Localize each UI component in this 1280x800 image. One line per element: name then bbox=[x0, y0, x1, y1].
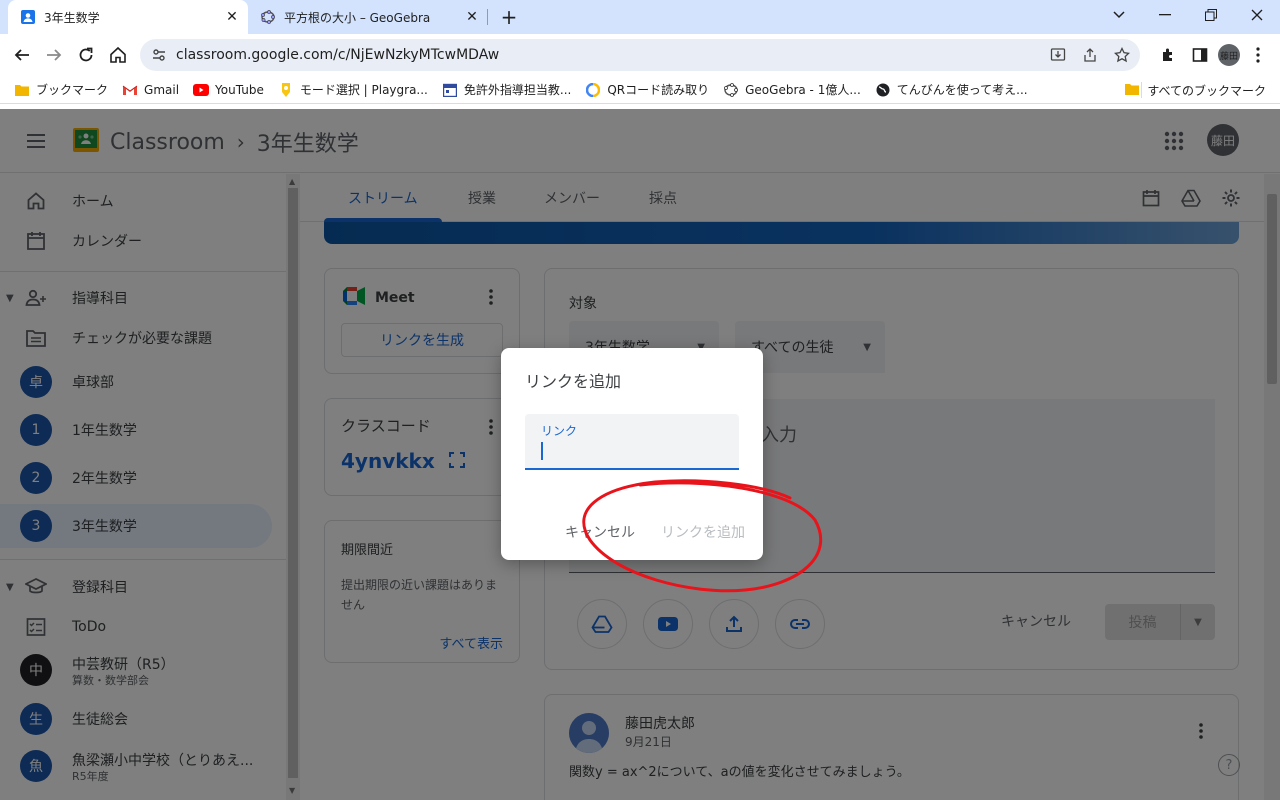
dialog-cancel-button[interactable]: キャンセル bbox=[565, 522, 635, 542]
calendar-icon bbox=[442, 82, 458, 98]
forward-icon[interactable] bbox=[40, 41, 68, 69]
bookmark-item[interactable]: モード選択 | Playgra... bbox=[278, 81, 428, 98]
playground-icon bbox=[278, 82, 294, 98]
reload-icon[interactable] bbox=[72, 41, 100, 69]
classroom-favicon-icon bbox=[20, 9, 36, 25]
browser-tab-geogebra[interactable]: 平方根の大小 – GeoGebra ✕ bbox=[248, 0, 488, 34]
back-icon[interactable] bbox=[8, 41, 36, 69]
folder-icon bbox=[14, 82, 30, 98]
side-panel-icon[interactable] bbox=[1186, 41, 1214, 69]
bookmark-label: YouTube bbox=[215, 82, 264, 97]
bookmark-label: Gmail bbox=[144, 82, 180, 97]
dialog-title: リンクを追加 bbox=[525, 372, 622, 391]
youtube-icon bbox=[193, 82, 210, 98]
bookmark-star-icon[interactable] bbox=[1110, 43, 1134, 67]
add-link-dialog: リンクを追加 リンク キャンセル リンクを追加 bbox=[501, 348, 763, 560]
bookmark-item[interactable]: QRコード読み取り bbox=[585, 81, 709, 98]
geogebra-favicon-icon bbox=[260, 9, 276, 25]
bookmarks-bar: ブックマーク Gmail YouTube モード選択 | Playgra... … bbox=[0, 76, 1280, 104]
browser-toolbar: classroom.google.com/c/NjEwNzkyMTcwMDAw … bbox=[0, 34, 1280, 76]
bookmark-item[interactable]: 免許外指導担当教... bbox=[442, 81, 571, 98]
bookmark-label: ブックマーク bbox=[36, 83, 109, 97]
tab-title: 平方根の大小 – GeoGebra bbox=[284, 10, 431, 25]
bookmark-item[interactable]: ブックマーク bbox=[14, 81, 108, 98]
bookmark-label: QRコード読み取り bbox=[607, 83, 710, 97]
minimize-icon[interactable] bbox=[1142, 0, 1188, 30]
menu-kebab-icon[interactable] bbox=[1244, 41, 1272, 69]
geogebra-icon bbox=[723, 82, 739, 98]
share-icon[interactable] bbox=[1078, 43, 1102, 67]
bookmark-item[interactable]: てんびんを使って考え... bbox=[875, 81, 1028, 98]
link-field[interactable]: リンク bbox=[525, 414, 739, 470]
bookmark-item[interactable]: Gmail bbox=[122, 82, 179, 98]
folder-icon bbox=[1125, 83, 1140, 98]
profile-avatar[interactable]: 藤田 bbox=[1218, 44, 1240, 66]
bookmark-label: GeoGebra - 1億人... bbox=[745, 83, 861, 97]
close-window-icon[interactable] bbox=[1234, 0, 1280, 30]
browser-tab-active[interactable]: 3年生数学 ✕ bbox=[8, 0, 248, 34]
link-field-label: リンク bbox=[541, 424, 578, 438]
site-info-icon[interactable] bbox=[152, 48, 166, 62]
gmail-icon bbox=[122, 82, 138, 98]
bookmark-item[interactable]: YouTube bbox=[193, 82, 264, 98]
bookmark-label: モード選択 | Playgra... bbox=[299, 83, 428, 97]
link-input[interactable] bbox=[543, 440, 723, 462]
new-tab-icon[interactable]: + bbox=[498, 5, 520, 29]
dialog-add-link-button[interactable]: リンクを追加 bbox=[661, 522, 745, 542]
bookmark-item[interactable]: GeoGebra - 1億人... bbox=[723, 81, 861, 98]
all-bookmarks[interactable]: すべてのブックマーク bbox=[1125, 82, 1266, 99]
tab-separator bbox=[487, 9, 488, 25]
url-text: classroom.google.com/c/NjEwNzkyMTcwMDAw bbox=[176, 47, 500, 63]
bookmark-label: てんびんを使って考え... bbox=[896, 83, 1028, 97]
qr-icon bbox=[585, 82, 601, 98]
extensions-icon[interactable] bbox=[1154, 41, 1182, 69]
browser-tab-strip: 3年生数学 ✕ 平方根の大小 – GeoGebra ✕ + bbox=[0, 0, 1280, 34]
close-tab-icon[interactable]: ✕ bbox=[222, 7, 242, 27]
globe-icon bbox=[875, 82, 891, 98]
install-icon[interactable] bbox=[1046, 43, 1070, 67]
tab-title: 3年生数学 bbox=[44, 10, 100, 25]
close-tab-icon[interactable]: ✕ bbox=[462, 7, 482, 27]
all-bookmarks-label: すべてのブックマーク bbox=[1147, 84, 1266, 98]
home-icon[interactable] bbox=[104, 41, 132, 69]
tab-search-icon[interactable] bbox=[1096, 0, 1142, 30]
restore-icon[interactable] bbox=[1188, 0, 1234, 30]
address-bar[interactable]: classroom.google.com/c/NjEwNzkyMTcwMDAw bbox=[140, 39, 1140, 71]
bookmark-label: 免許外指導担当教... bbox=[463, 83, 572, 97]
